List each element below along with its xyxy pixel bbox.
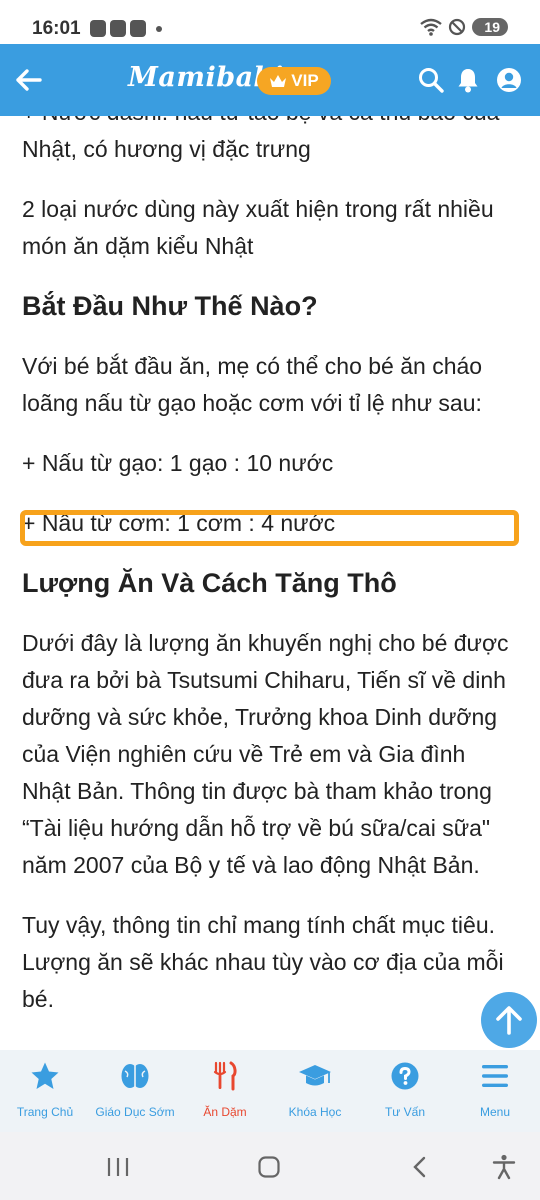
user-avatar-icon bbox=[497, 68, 521, 92]
hamburger-menu-icon bbox=[480, 1060, 510, 1092]
nav-label: Tư Vấn bbox=[384, 1105, 426, 1119]
app-header: Mamibabi VIP bbox=[0, 44, 540, 116]
shopping-bag-notification-icon bbox=[90, 20, 106, 37]
recent-apps-icon bbox=[107, 1158, 129, 1176]
article-content: + Nước dashi: nấu từ tảo bẹ và cá thu bà… bbox=[0, 116, 540, 1050]
recent-apps-button[interactable] bbox=[103, 1152, 133, 1182]
accessibility-icon bbox=[492, 1154, 516, 1180]
home-square-icon bbox=[258, 1156, 280, 1178]
notifications-button[interactable] bbox=[451, 63, 485, 97]
article-paragraph: Với bé bắt đầu ăn, mẹ có thể cho bé ăn c… bbox=[22, 353, 483, 416]
nav-label: Menu bbox=[479, 1105, 511, 1119]
section-heading: Bắt Đầu Như Thế Nào? bbox=[22, 291, 318, 321]
home-button[interactable] bbox=[254, 1152, 284, 1182]
nav-item-early-education[interactable]: Giáo Dục Sớm bbox=[90, 1050, 180, 1132]
back-arrow-icon bbox=[16, 69, 42, 91]
wifi-icon bbox=[420, 18, 443, 36]
nav-item-courses[interactable]: Khóa Học bbox=[270, 1050, 360, 1132]
account-button[interactable] bbox=[492, 63, 526, 97]
nav-item-home[interactable]: Trang Chủ bbox=[0, 1050, 90, 1132]
status-time: 16:01 bbox=[32, 18, 81, 39]
arrow-up-icon bbox=[496, 1006, 522, 1035]
accessibility-button[interactable] bbox=[489, 1152, 519, 1182]
nav-label: Trang Chủ bbox=[16, 1105, 74, 1119]
vip-label: VIP bbox=[291, 71, 319, 90]
star-icon bbox=[30, 1060, 60, 1092]
vip-badge[interactable]: VIP bbox=[257, 67, 331, 95]
notification-icons bbox=[90, 20, 162, 37]
bottom-navigation: Trang Chủ Giáo Dục Sớm Ăn Dặm Khóa Học T… bbox=[0, 1050, 540, 1132]
highlight-box bbox=[20, 510, 519, 546]
article-paragraph: Dưới đây là lượng ăn khuyến nghị cho bé … bbox=[22, 630, 509, 878]
app-notification-icon bbox=[110, 20, 126, 37]
search-button[interactable] bbox=[414, 63, 448, 97]
fork-knife-icon bbox=[210, 1060, 240, 1092]
chevron-left-icon bbox=[413, 1156, 426, 1178]
question-circle-icon bbox=[390, 1060, 420, 1092]
system-navigation-bar bbox=[0, 1132, 540, 1200]
article-paragraph: Tuy vậy, thông tin chỉ mang tính chất mụ… bbox=[22, 912, 504, 1012]
scroll-to-top-button[interactable] bbox=[481, 992, 537, 1048]
graduation-cap-icon bbox=[297, 1060, 333, 1092]
nav-item-menu[interactable]: Menu bbox=[450, 1050, 540, 1132]
battery-indicator: 19 bbox=[472, 18, 508, 36]
brain-icon bbox=[120, 1060, 150, 1092]
more-notifications-icon bbox=[156, 25, 162, 32]
search-icon bbox=[419, 68, 444, 93]
article-body: + Nước dashi: nấu từ tảo bẹ và cá thu bà… bbox=[22, 116, 518, 1041]
back-nav-button[interactable] bbox=[405, 1152, 435, 1182]
article-paragraph: + Nấu từ gạo: 1 gạo : 10 nước bbox=[22, 450, 334, 476]
back-button[interactable] bbox=[8, 60, 48, 100]
nav-label: Giáo Dục Sớm bbox=[95, 1105, 175, 1119]
article-paragraph: 2 loại nước dùng này xuất hiện trong rất… bbox=[22, 196, 494, 259]
status-bar: 16:01 19 bbox=[0, 0, 540, 44]
nav-label: Ăn Dặm bbox=[203, 1105, 247, 1119]
status-indicators: 19 bbox=[420, 18, 508, 36]
app-notification-icon bbox=[130, 20, 146, 37]
crown-icon bbox=[270, 75, 287, 87]
nav-item-weaning[interactable]: Ăn Dặm bbox=[180, 1050, 270, 1132]
article-paragraph: + Nước dashi: nấu từ tảo bẹ và cá thu bà… bbox=[22, 116, 499, 162]
bell-icon bbox=[458, 69, 478, 93]
nav-label: Khóa Học bbox=[288, 1105, 342, 1119]
do-not-disturb-icon bbox=[449, 18, 466, 36]
nav-item-consult[interactable]: Tư Vấn bbox=[360, 1050, 450, 1132]
section-heading: Lượng Ăn Và Cách Tăng Thô bbox=[22, 568, 397, 598]
